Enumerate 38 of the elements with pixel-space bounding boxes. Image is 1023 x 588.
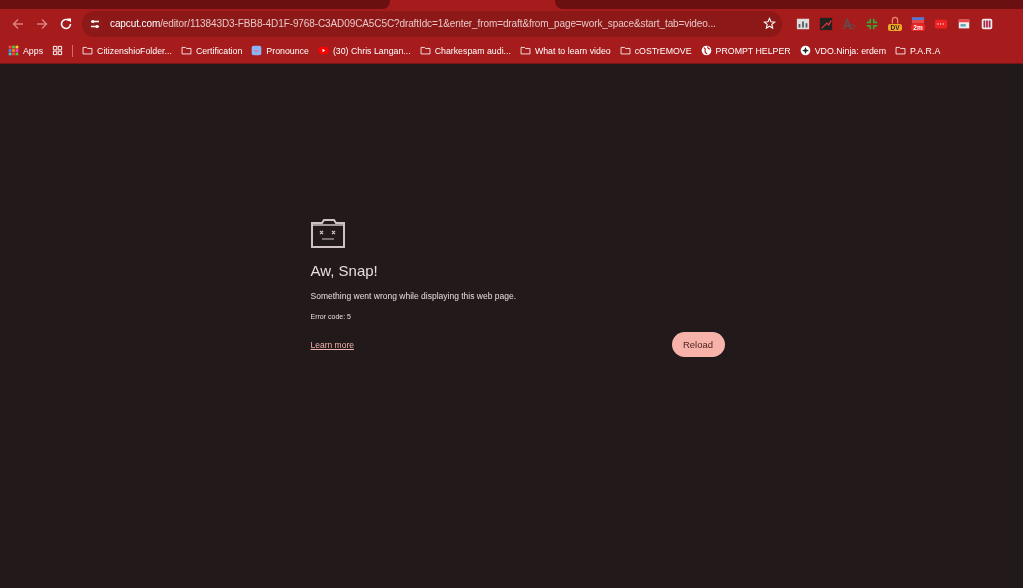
globe-icon bbox=[700, 45, 712, 56]
bookmark-item[interactable]: Pronounce bbox=[251, 45, 309, 56]
folder-icon bbox=[82, 45, 94, 56]
sad-folder-icon bbox=[310, 218, 345, 248]
grid-icon[interactable] bbox=[52, 45, 64, 56]
bookmark-item[interactable]: cOSTrEMOVE bbox=[619, 45, 692, 56]
ninja-star-icon bbox=[799, 45, 811, 56]
bookmark-item[interactable]: What to learn video bbox=[519, 45, 611, 56]
apps-icon bbox=[8, 45, 19, 56]
mouth-icon bbox=[251, 45, 263, 56]
reload-button[interactable]: Reload bbox=[671, 332, 725, 357]
error-title: Aw, Snap! bbox=[310, 262, 379, 279]
bookmark-item[interactable]: P.A.R.A bbox=[895, 45, 941, 56]
folder-icon bbox=[895, 45, 907, 56]
bookmark-item[interactable]: Charkespam audi... bbox=[419, 45, 511, 56]
book-icon[interactable] bbox=[980, 16, 994, 31]
folder-icon bbox=[519, 45, 531, 56]
line-graph-icon[interactable] bbox=[819, 16, 833, 31]
back-icon[interactable] bbox=[11, 16, 25, 31]
bookmark-star-icon[interactable] bbox=[763, 17, 776, 30]
bookmark-item[interactable]: CitizenshioFolder... bbox=[82, 45, 172, 56]
url-text: capcut.com/editor/113843D3-FBB8-4D1F-9768-C3AD09CA5C5C?draftIdc=1&enter_from=draft&from_page=work_space&start_tab=video... bbox=[110, 18, 717, 29]
bookmark-item[interactable]: Apps bbox=[8, 45, 44, 56]
play-icon bbox=[317, 45, 329, 56]
bar-chart-icon[interactable] bbox=[796, 16, 810, 31]
address-bar[interactable]: capcut.com/editor/113843D3-FBB8-4D1F-9768-C3AD09CA5C5C?draftIdc=1&enter_from=draft&from_page=work_space&start_tab=video... bbox=[82, 10, 782, 37]
bookmark-item[interactable]: Certification bbox=[180, 45, 243, 56]
bookmark-item[interactable]: (30) Chris Langan... bbox=[317, 45, 411, 56]
folder-icon bbox=[180, 45, 192, 56]
folder-icon bbox=[619, 45, 631, 56]
bookmark-item[interactable]: VDO.Ninja: erdem bbox=[799, 45, 887, 56]
reload-icon[interactable] bbox=[59, 16, 73, 31]
bookmark-item[interactable]: PROMPT HELPER bbox=[700, 45, 791, 56]
learn-more-link[interactable]: Learn more bbox=[310, 339, 354, 350]
folder-icon bbox=[419, 45, 431, 56]
error-message: Something went wrong while displaying this web page. bbox=[310, 291, 518, 301]
forward-icon[interactable] bbox=[35, 16, 49, 31]
arrows-icon[interactable] bbox=[865, 16, 879, 31]
